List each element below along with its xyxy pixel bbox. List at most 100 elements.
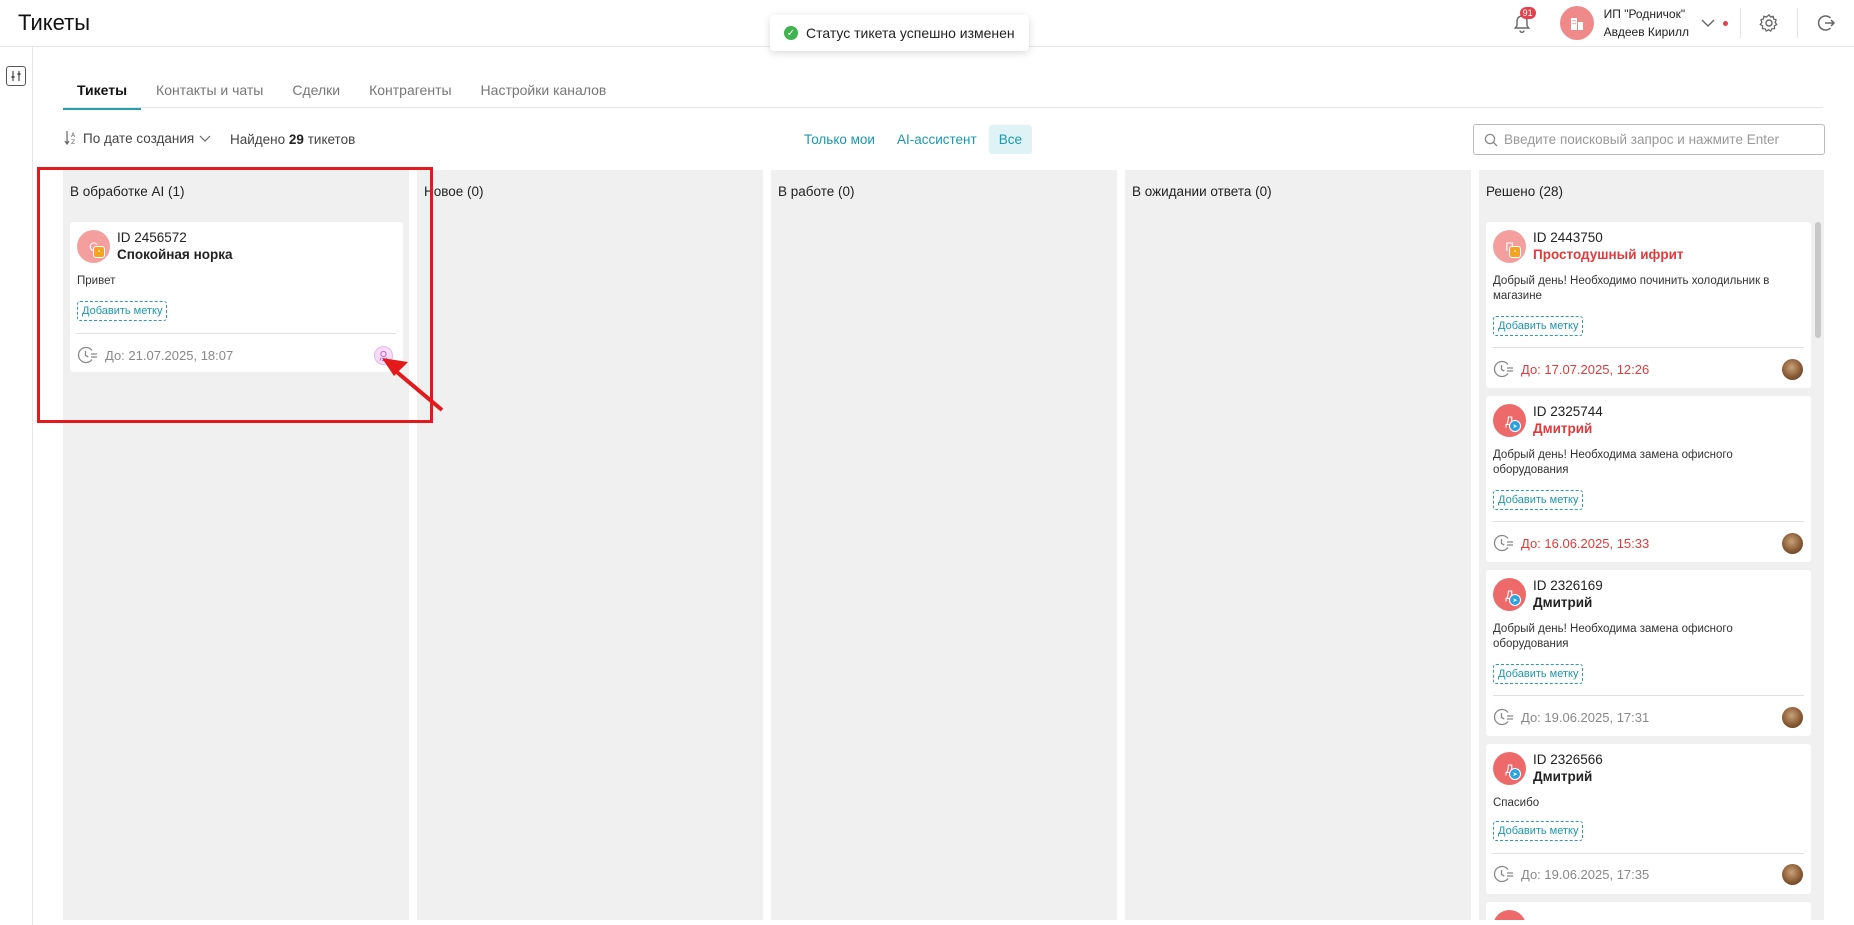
- clock-icon: [1493, 534, 1513, 552]
- card-divider: [1493, 347, 1804, 348]
- svg-text:A: A: [71, 132, 76, 139]
- account-info[interactable]: ИП "Родничок" Авдеев Кирилл: [1604, 5, 1689, 41]
- left-rail: [0, 47, 33, 925]
- due-text: До: 16.06.2025, 15:33: [1521, 535, 1650, 551]
- chevron-down-icon: [199, 135, 211, 142]
- ticket-message: Добрый день! Необходима замена офисного …: [1493, 449, 1733, 476]
- assignee-avatar[interactable]: [1782, 533, 1803, 554]
- clock-icon: [1493, 708, 1513, 726]
- clock-icon: [1493, 865, 1513, 883]
- card-divider: [1493, 853, 1804, 854]
- ticket-contact-name: Дмитрий: [1533, 769, 1593, 784]
- header-right-group: 91 ИП "Родничок" Авдеев Кирилл: [1510, 0, 1854, 46]
- telegram-icon: ➤: [1509, 420, 1521, 432]
- filter-only-mine[interactable]: Только мои: [794, 125, 885, 154]
- filter-ai-assistant[interactable]: AI-ассистент: [887, 125, 987, 154]
- sort-dropdown[interactable]: AZ По дате создания: [64, 130, 211, 146]
- due-text: До: 19.06.2025, 17:35: [1521, 866, 1650, 882]
- ticket-due: До: 17.07.2025, 12:26: [1493, 360, 1649, 378]
- column-ai-processing: В обработке AI (1) С ▪ ID 2456572 Спокой…: [63, 170, 409, 920]
- card-divider: [1493, 521, 1804, 522]
- toast-message: Статус тикета успешно изменен: [806, 25, 1015, 41]
- success-check-icon: ✓: [784, 26, 798, 40]
- search-box: [1473, 124, 1825, 155]
- logout-button[interactable]: [1798, 0, 1854, 46]
- ticket-card[interactable]: С ▪ ID 2456572 Спокойная норка Привет До…: [70, 222, 403, 372]
- ticket-id: ID 2443750: [1533, 230, 1603, 245]
- column-new: Новое (0): [417, 170, 763, 920]
- add-tag-button[interactable]: Добавить метку: [1493, 821, 1584, 841]
- assignee-avatar[interactable]: [1782, 707, 1803, 728]
- building-icon: [1570, 18, 1583, 30]
- due-text: До: 21.07.2025, 18:07: [105, 347, 234, 363]
- search-input[interactable]: [1504, 132, 1814, 147]
- telegram-icon: ➤: [1509, 594, 1521, 606]
- chevron-down-icon[interactable]: [1701, 19, 1715, 27]
- ticket-card[interactable]: Д ➤ ID 2326169 Дмитрий Добрый день! Необ…: [1486, 570, 1811, 736]
- column-title: В ожидании ответа (0): [1132, 184, 1272, 199]
- svg-text:Z: Z: [71, 139, 75, 146]
- notifications-button[interactable]: 91: [1510, 7, 1536, 35]
- add-tag-button[interactable]: Добавить метку: [1493, 664, 1584, 684]
- ticket-due: До: 16.06.2025, 15:33: [1493, 534, 1649, 552]
- ticket-message: Добрый день! Необходима замена офисного …: [1493, 623, 1733, 650]
- ai-robot-icon: [379, 350, 388, 361]
- card-divider: [1493, 695, 1804, 696]
- search-icon: [1484, 133, 1498, 146]
- ticket-due: До: 19.06.2025, 17:31: [1493, 708, 1649, 726]
- tab-tickets[interactable]: Тикеты: [63, 82, 142, 110]
- assignee-avatar[interactable]: [1782, 359, 1803, 380]
- card-divider: [77, 333, 396, 334]
- ticket-contact-name: Спокойная норка: [117, 247, 233, 262]
- status-toast: ✓ Статус тикета успешно изменен: [770, 15, 1029, 51]
- status-dot: [1723, 20, 1728, 26]
- column-awaiting-reply: В ожидании ответа (0): [1125, 170, 1471, 920]
- ticket-card[interactable]: П ▪ ID 2443750 Простодушный ифрит Добрый…: [1486, 222, 1811, 388]
- clock-icon: [77, 346, 97, 364]
- tab-counterparties[interactable]: Контрагенты: [355, 82, 465, 110]
- org-avatar[interactable]: [1559, 6, 1594, 40]
- filter-all[interactable]: Все: [988, 125, 1032, 154]
- add-tag-button[interactable]: Добавить метку: [1493, 490, 1584, 510]
- ai-assistant-badge[interactable]: [374, 346, 393, 365]
- ticket-message: Привет: [77, 275, 116, 287]
- column-title: В работе (0): [778, 184, 855, 199]
- ticket-id: ID 2326169: [1533, 578, 1603, 593]
- column-scrollbar[interactable]: [1815, 222, 1821, 338]
- ticket-due: До: 21.07.2025, 18:07: [77, 346, 233, 364]
- due-text: До: 19.06.2025, 17:31: [1521, 709, 1650, 725]
- ticket-id: ID 2456572: [117, 230, 187, 245]
- sort-icon: AZ: [64, 131, 76, 146]
- chat-channel-icon: ▪: [1509, 246, 1521, 258]
- chat-channel-icon: ▪: [93, 246, 105, 258]
- notifications-badge: 91: [1519, 7, 1536, 19]
- ticket-filters: Только мои AI-ассистент Все: [794, 125, 1034, 154]
- sliders-icon: [11, 71, 21, 81]
- settings-button[interactable]: [1741, 0, 1797, 46]
- column-title: Решено (28): [1486, 184, 1563, 199]
- ticket-card[interactable]: Д ➤ ID 2326566 Дмитрий Спасибо Добавить …: [1486, 744, 1811, 894]
- ticket-due: До: 19.06.2025, 17:35: [1493, 865, 1649, 883]
- clock-icon: [1493, 360, 1513, 378]
- add-tag-button[interactable]: Добавить метку: [1493, 316, 1584, 336]
- tab-deals[interactable]: Сделки: [278, 82, 354, 110]
- assignee-avatar[interactable]: [1782, 864, 1803, 885]
- logout-icon: [1817, 15, 1836, 31]
- avatar: Д: [1493, 578, 1526, 611]
- ticket-id: ID 2325744: [1533, 404, 1603, 419]
- tab-channel-settings[interactable]: Настройки каналов: [467, 82, 621, 110]
- avatar: Д: [1493, 752, 1526, 785]
- ticket-card[interactable]: Д ➤ ID 2325744 Дмитрий Добрый день! Необ…: [1486, 396, 1811, 562]
- top-header: Тикеты ✓ Статус тикета успешно изменен 9…: [0, 0, 1854, 51]
- filters-toggle-button[interactable]: [6, 66, 26, 86]
- telegram-icon: ➤: [1509, 768, 1521, 780]
- found-count-text: Найдено 29 тикетов: [230, 132, 355, 147]
- ticket-card[interactable]: [1486, 902, 1811, 920]
- page-title: Тикеты: [18, 10, 91, 35]
- user-name: Авдеев Кирилл: [1603, 25, 1689, 39]
- ticket-contact-name: Простодушный ифрит: [1533, 247, 1684, 262]
- add-tag-button[interactable]: Добавить метку: [77, 301, 168, 321]
- due-text: До: 17.07.2025, 12:26: [1521, 361, 1650, 377]
- tab-contacts-chats[interactable]: Контакты и чаты: [142, 82, 277, 110]
- column-title: В обработке AI (1): [70, 184, 185, 199]
